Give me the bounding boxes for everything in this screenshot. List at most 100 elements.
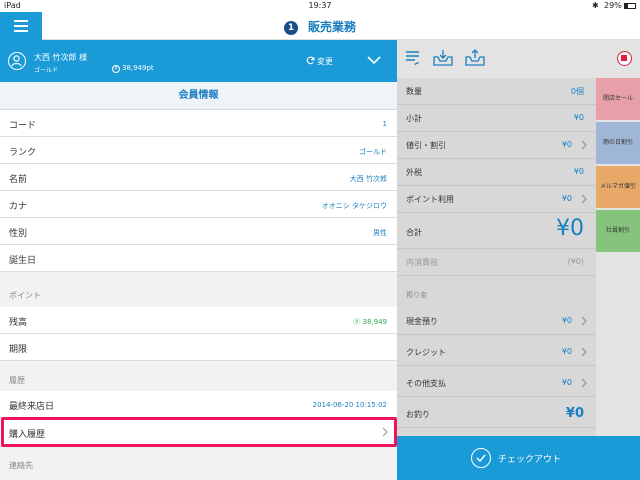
row-label: 最終来店日 <box>9 402 55 412</box>
member-rank: ゴールド <box>34 67 59 74</box>
info-row-name: 名前 大西 竹次郎 <box>0 164 397 191</box>
cash-value: ¥0 <box>561 316 572 325</box>
chevron-right-icon <box>581 347 587 357</box>
member-points-value: 38,949pt <box>122 64 154 72</box>
totals-panel: 数量 0個 小計 ¥0 値引・割引 ¥0 外税 ¥0 ポイント利用 ¥0 合計 … <box>397 78 596 480</box>
page-title: 1 販売業務 <box>0 18 640 35</box>
change-label: お釣り <box>406 410 430 419</box>
discount-button-rainy[interactable]: 雨の日割引 <box>596 122 640 164</box>
row-label: 性別 <box>9 229 28 239</box>
stop-record-button[interactable] <box>617 51 632 66</box>
row-label: 期限 <box>9 345 28 355</box>
inner-tax-label: 内消費税 <box>406 258 438 267</box>
discount-value: ¥0 <box>561 140 572 149</box>
point-icon: P <box>112 65 120 73</box>
discount-button-sale[interactable]: 開店セール <box>596 78 640 120</box>
checkout-button[interactable]: チェックアウト <box>397 436 640 480</box>
contact-group-header: 連絡先 <box>9 461 33 470</box>
points-group-header: ポイント <box>9 291 41 300</box>
row-value: ⓟ 38,949 <box>353 318 387 326</box>
deposit-group-header: 預り金 <box>406 291 427 299</box>
chevron-right-icon <box>581 140 587 150</box>
info-row-kana: カナ オオニシ タケジロウ <box>0 191 397 218</box>
credit-label: クレジット <box>406 348 446 357</box>
subtotal-label: 小計 <box>406 114 422 123</box>
discount-label: 値引・割引 <box>406 141 446 150</box>
history-group-header: 履歴 <box>9 376 25 385</box>
discount-button-mailmag[interactable]: メルマガ値引 <box>596 166 640 208</box>
tray-in-icon[interactable] <box>433 49 453 67</box>
row-label: 残高 <box>9 318 28 328</box>
member-panel: 大西 竹次郎 様 ゴールド P 38,949pt 変更 会員情報 コード 1 ラン… <box>0 40 397 480</box>
discount-button-employee[interactable]: 社員割引 <box>596 210 640 252</box>
subtotal-value: ¥0 <box>573 113 584 122</box>
points-row-expiry: 期限 <box>0 334 397 361</box>
qty-value: 0個 <box>570 87 584 96</box>
row-label: 名前 <box>9 175 28 185</box>
nav-bar: 1 販売業務 <box>0 12 640 40</box>
check-icon <box>471 448 491 468</box>
row-value: ゴールド <box>359 148 387 156</box>
member-name: 大西 竹次郎 様 <box>34 53 88 62</box>
other-payment-label: その他支払 <box>406 379 446 388</box>
change-value: ¥0 <box>565 406 584 421</box>
avatar-icon <box>8 52 26 70</box>
member-points: P 38,949pt <box>112 64 154 73</box>
points-row-balance: 残高 ⓟ 38,949 <box>0 307 397 334</box>
tax-value: ¥0 <box>573 167 584 176</box>
row-label: 誕生日 <box>9 256 37 266</box>
member-header[interactable]: 大西 竹次郎 様 ゴールド P 38,949pt 変更 <box>0 40 397 82</box>
points-use-value: ¥0 <box>561 194 572 203</box>
cash-row[interactable]: 現金預り ¥0 <box>397 308 596 335</box>
tray-out-icon[interactable] <box>465 49 485 67</box>
bluetooth-icon: ✱ <box>592 1 599 10</box>
change-member-button[interactable]: 変更 <box>306 56 333 67</box>
clock: 19:37 <box>308 1 332 10</box>
qty-row: 数量 0個 <box>397 78 596 105</box>
row-value: オオニシ タケジロウ <box>321 202 387 210</box>
refresh-icon <box>306 56 315 65</box>
chevron-right-icon <box>581 378 587 388</box>
subtotal-row: 小計 ¥0 <box>397 105 596 132</box>
list-edit-icon[interactable] <box>405 49 421 67</box>
points-use-row[interactable]: ポイント利用 ¥0 <box>397 186 596 213</box>
chevron-right-icon <box>581 194 587 204</box>
step-badge: 1 <box>283 21 298 35</box>
checkout-label: チェックアウト <box>498 455 562 465</box>
qty-label: 数量 <box>406 87 422 96</box>
change-row: お釣り ¥0 <box>397 401 596 428</box>
info-row-code: コード 1 <box>0 110 397 137</box>
discount-row[interactable]: 値引・割引 ¥0 <box>397 132 596 159</box>
battery-percent: 29% <box>604 1 622 10</box>
credit-row[interactable]: クレジット ¥0 <box>397 339 596 366</box>
chevron-right-icon <box>581 316 587 326</box>
history-row-last-visit: 最終来店日 2014-06-20 10:15:02 <box>0 391 397 418</box>
battery-icon <box>624 3 636 9</box>
tax-row: 外税 ¥0 <box>397 159 596 186</box>
total-row: 合計 ¥0 <box>397 213 596 249</box>
total-label: 合計 <box>406 228 422 237</box>
member-info-title: 会員情報 <box>0 82 397 110</box>
info-row-birthday: 誕生日 <box>0 245 397 272</box>
row-value: 2014-06-20 10:15:02 <box>312 401 387 409</box>
row-value: 男性 <box>373 229 387 237</box>
change-member-label: 変更 <box>317 57 333 66</box>
row-value: 大西 竹次郎 <box>349 175 387 183</box>
register-panel: 数量 0個 小計 ¥0 値引・割引 ¥0 外税 ¥0 ポイント利用 ¥0 合計 … <box>397 40 640 480</box>
tax-label: 外税 <box>406 168 422 177</box>
register-toolbar <box>397 40 640 78</box>
info-row-gender: 性別 男性 <box>0 218 397 245</box>
row-label: カナ <box>9 202 28 212</box>
status-bar: iPad 19:37 ✱ 29% <box>0 0 640 12</box>
page-title-text: 販売業務 <box>307 20 356 34</box>
row-value: 1 <box>382 120 387 128</box>
inner-tax-row: 内消費税 (¥0) <box>397 249 596 276</box>
other-payment-value: ¥0 <box>561 378 572 387</box>
chevron-down-icon[interactable] <box>366 54 382 66</box>
highlight-box <box>1 417 397 447</box>
total-value: ¥0 <box>556 216 584 241</box>
other-payment-row[interactable]: その他支払 ¥0 <box>397 370 596 397</box>
row-label: コード <box>9 121 37 131</box>
info-row-rank: ランク ゴールド <box>0 137 397 164</box>
inner-tax-value: (¥0) <box>567 257 584 266</box>
